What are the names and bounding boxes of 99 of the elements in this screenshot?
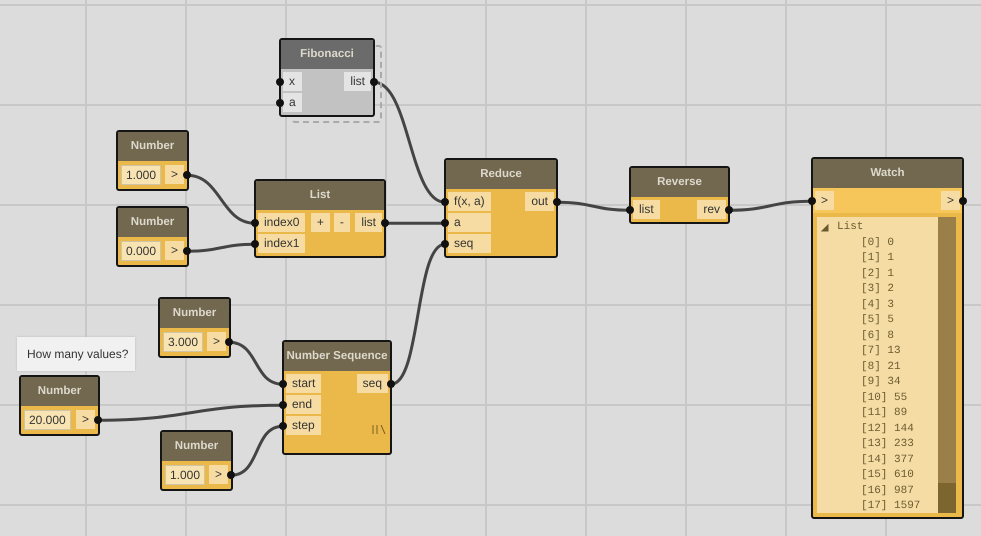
node-card[interactable]: Reduce f(x, a) a seq out: [444, 158, 558, 258]
output-button[interactable]: >: [207, 332, 226, 352]
number-input[interactable]: 3.000: [163, 332, 204, 352]
input-port[interactable]: f(x, a): [448, 192, 491, 212]
node-title: Number Sequence: [284, 342, 390, 372]
list-button[interactable]: +: [310, 213, 330, 232]
port-dot[interactable]: [387, 380, 395, 388]
list-item: [9] 34: [860, 375, 902, 390]
number-input[interactable]: 20.000: [24, 410, 71, 430]
input-port[interactable]: >: [815, 191, 834, 210]
note: How many values?: [17, 337, 135, 371]
port-dot[interactable]: [725, 206, 733, 214]
output-button[interactable]: >: [165, 165, 184, 184]
input-port[interactable]: index1: [258, 234, 306, 254]
port-dot[interactable]: [553, 198, 561, 206]
node-card[interactable]: Fibonacci x a list: [279, 38, 375, 118]
port-dot[interactable]: [959, 197, 967, 206]
output-button[interactable]: >: [76, 410, 95, 430]
node-title: Reverse: [631, 168, 728, 198]
node-card[interactable]: Number 1.000 >: [160, 430, 233, 492]
node-card[interactable]: Number 20.000 >: [19, 375, 100, 436]
list-item: [17] 1597: [860, 499, 922, 514]
port-dot[interactable]: [381, 219, 389, 228]
node-title: Number: [118, 208, 187, 238]
port-dot[interactable]: [276, 78, 284, 86]
input-port[interactable]: end: [286, 395, 322, 414]
port-dot[interactable]: [94, 416, 102, 424]
port-dot[interactable]: [183, 247, 192, 256]
node-card[interactable]: Number 0.000 >: [116, 206, 189, 268]
scrollbar-thumb[interactable]: [938, 483, 956, 514]
node-title: Fibonacci: [281, 40, 373, 70]
port-dot[interactable]: [183, 171, 192, 180]
node-card[interactable]: Number 1.000 >: [116, 130, 189, 192]
tree-label: List: [837, 220, 864, 236]
port-dot[interactable]: [251, 240, 259, 248]
port-dot[interactable]: [370, 78, 378, 86]
output-button[interactable]: >: [165, 241, 184, 260]
input-port[interactable]: step: [286, 416, 322, 436]
node-title: Number: [21, 377, 98, 406]
node-title: Number: [118, 132, 187, 162]
node-title: Number: [160, 299, 229, 328]
list-item: [4] 3: [860, 298, 896, 313]
node-card[interactable]: Number Sequence start end step seq: [282, 340, 392, 455]
list-item: [7] 13: [860, 344, 902, 360]
output-port[interactable]: out: [525, 192, 554, 212]
list-button[interactable]: -: [334, 213, 350, 232]
port-dot[interactable]: [441, 219, 449, 228]
port-dot[interactable]: [441, 198, 449, 206]
input-port[interactable]: index0: [258, 213, 306, 232]
node-card[interactable]: Number 3.000 >: [158, 297, 231, 358]
output-port[interactable]: list: [355, 213, 382, 232]
port-dot[interactable]: [227, 471, 236, 480]
input-port[interactable]: a: [448, 213, 491, 232]
list-item: [12] 144: [860, 422, 915, 437]
node-card[interactable]: Reverse list rev: [629, 166, 730, 224]
number-input[interactable]: 1.000: [121, 165, 162, 186]
list-item: [11] 89: [860, 406, 908, 422]
output-button[interactable]: >: [209, 465, 228, 484]
list-item: [15] 610: [860, 468, 915, 484]
list-item: [14] 377: [860, 452, 915, 468]
list-item: [10] 55: [860, 390, 908, 406]
list-item: [2] 1: [860, 266, 896, 282]
node-card[interactable]: List index0 index1 + - list: [254, 179, 386, 258]
lacing-icon[interactable]: [372, 425, 386, 434]
scrollbar[interactable]: [938, 217, 956, 514]
list-item: [5] 5: [860, 313, 896, 328]
port-dot[interactable]: [279, 380, 287, 388]
port-dot[interactable]: [225, 338, 234, 346]
node-title: Reduce: [446, 160, 556, 190]
node-title: List: [256, 181, 384, 210]
port-dot[interactable]: [441, 240, 449, 248]
list-item: [8] 21: [860, 360, 902, 375]
output-port[interactable]: >: [940, 191, 960, 210]
list-item: [6] 8: [860, 328, 896, 344]
input-port[interactable]: a: [283, 93, 302, 112]
list-item: [13] 233: [860, 437, 915, 452]
port-dot[interactable]: [279, 422, 287, 430]
port-dot[interactable]: [276, 99, 284, 108]
input-port[interactable]: seq: [448, 234, 491, 254]
list-item: [3] 2: [860, 282, 896, 298]
port-dot[interactable]: [279, 401, 287, 410]
node-title: Watch: [813, 159, 962, 188]
input-port[interactable]: start: [286, 374, 322, 394]
node-card[interactable]: Watch > > List [0] 0 [1] 1 [2] 1 [3] 2 [4] 3 [5] 5 [6] 8 [7] 13 [8] 21 [9] 34 [10] 55 [11] 89 [12] 144 [13] 233 [14] 377 [15] 610 [16] 987 [17] 1597: [811, 157, 964, 519]
output-port[interactable]: list: [344, 72, 371, 92]
list-item: [1] 1: [860, 251, 896, 266]
input-port[interactable]: x: [283, 72, 302, 92]
number-input[interactable]: 0.000: [121, 241, 162, 262]
list-item: [16] 987: [860, 484, 915, 499]
list-item: [0] 0: [860, 236, 896, 251]
output-port[interactable]: seq: [356, 374, 388, 394]
node-title: Number: [162, 432, 231, 462]
number-input[interactable]: 1.000: [165, 465, 206, 486]
port-dot[interactable]: [251, 219, 259, 228]
input-port[interactable]: list: [633, 200, 660, 220]
expanded-triangle-icon[interactable]: [821, 224, 829, 232]
output-port[interactable]: rev: [697, 200, 726, 220]
port-dot[interactable]: [808, 197, 816, 206]
port-dot[interactable]: [626, 206, 634, 214]
